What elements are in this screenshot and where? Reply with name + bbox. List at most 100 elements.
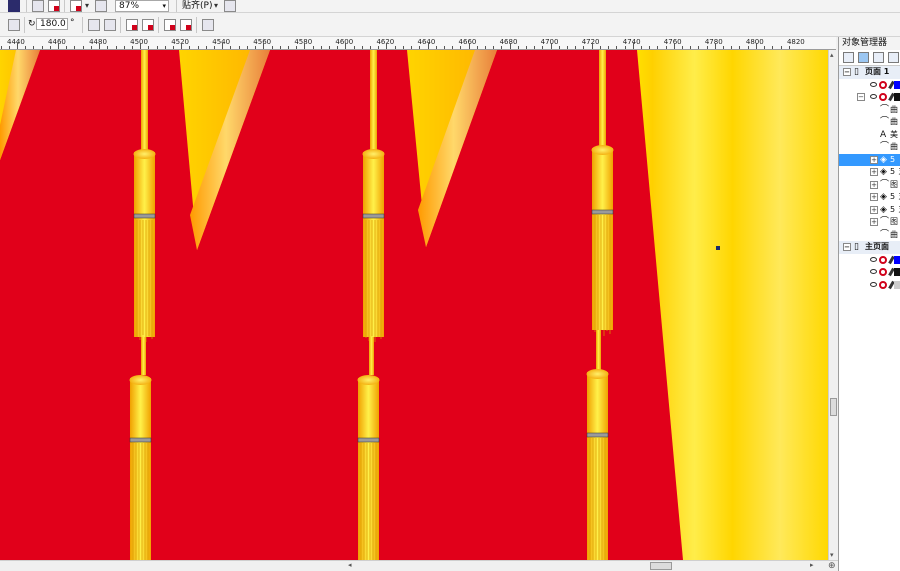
scroll-left-icon[interactable]: ◂ bbox=[348, 561, 352, 569]
tree-object-row[interactable]: +◈5 ヌ bbox=[839, 191, 900, 204]
tree-layer-row[interactable]: − bbox=[839, 91, 900, 104]
expand-collapse-icon[interactable]: + bbox=[870, 168, 878, 176]
tree-object-row[interactable]: ⌒ 曲 bbox=[839, 116, 900, 129]
group-icon[interactable]: ⌒ bbox=[880, 216, 889, 228]
chevron-down-icon[interactable]: ▾ bbox=[214, 1, 218, 10]
expand-collapse-icon[interactable]: − bbox=[857, 93, 865, 101]
ruler-tick-label: 4740 bbox=[622, 38, 641, 46]
chevron-down-icon[interactable]: ▾ bbox=[85, 1, 89, 10]
object-tree: −▯页面 1−⌒曲⌒曲A美⌒曲+◈5+◈5 ヌ+⌒图+◈5 ヌ+◈5 ヌ+⌒图⌒… bbox=[839, 66, 900, 291]
object-manager-options-icon[interactable] bbox=[888, 52, 899, 63]
horizontal-scrollbar[interactable]: ◂ ▸ ⊕ bbox=[0, 560, 840, 571]
page-icon[interactable]: ▯ bbox=[854, 241, 859, 253]
curve-icon[interactable]: ⌒ bbox=[880, 229, 889, 241]
curve-icon[interactable]: ⌒ bbox=[880, 104, 889, 116]
expand-collapse-icon[interactable]: + bbox=[870, 155, 878, 164]
mirror-vertical-icon[interactable] bbox=[104, 19, 116, 31]
tree-object-row[interactable]: + ◈ 5 bbox=[839, 153, 900, 166]
expand-collapse-icon[interactable]: + bbox=[870, 205, 878, 214]
snap-to-menu[interactable]: 贴齐(P) bbox=[182, 0, 212, 12]
drawing-canvas[interactable] bbox=[0, 50, 828, 560]
combine-icon[interactable] bbox=[164, 19, 176, 31]
pick-tool-icon[interactable] bbox=[8, 0, 20, 12]
group-icon[interactable]: ⌒ bbox=[880, 179, 889, 191]
options-icon[interactable] bbox=[224, 0, 236, 12]
group-icon[interactable]: ◈ bbox=[880, 204, 887, 216]
mirror-horizontal-icon[interactable] bbox=[88, 19, 100, 31]
print-disabled-icon[interactable] bbox=[879, 93, 887, 101]
ruler-tick bbox=[542, 46, 544, 49]
ruler-tick bbox=[353, 46, 355, 49]
group-icon[interactable] bbox=[126, 19, 138, 31]
tree-object-row[interactable]: A美 bbox=[839, 129, 900, 142]
toolbar-separator bbox=[24, 17, 25, 33]
print-disabled-icon[interactable] bbox=[879, 255, 887, 264]
tree-object-row[interactable]: + ⌒ 图 bbox=[839, 216, 900, 229]
tree-object-row[interactable]: +◈5 ヌ bbox=[839, 166, 900, 179]
ruler-tick bbox=[747, 46, 749, 49]
tree-object-row[interactable]: ⌒ 曲 bbox=[839, 141, 900, 154]
curve-icon[interactable]: ⌒ bbox=[880, 116, 889, 128]
visibility-eye-icon[interactable] bbox=[870, 256, 877, 262]
horizontal-scroll-thumb[interactable] bbox=[650, 562, 672, 570]
ruler-tick bbox=[312, 46, 314, 49]
visibility-eye-icon[interactable] bbox=[870, 94, 877, 99]
selection-node[interactable] bbox=[716, 246, 720, 250]
expand-collapse-icon[interactable]: + bbox=[870, 180, 878, 189]
tree-layer-row[interactable] bbox=[839, 254, 900, 267]
ruler-tick-label: 4600 bbox=[335, 38, 354, 46]
vertical-scrollbar[interactable]: ▴ ▾ bbox=[828, 50, 838, 560]
vertical-scroll-thumb[interactable] bbox=[830, 398, 837, 416]
tree-object-row[interactable]: +◈5 ヌ bbox=[839, 204, 900, 217]
tree-layer-row[interactable] bbox=[839, 266, 900, 279]
expand-collapse-icon[interactable]: + bbox=[870, 218, 878, 226]
group-icon[interactable]: ◈ bbox=[880, 154, 887, 166]
visibility-eye-icon[interactable] bbox=[870, 281, 877, 287]
show-properties-icon[interactable] bbox=[843, 52, 854, 63]
break-apart-icon[interactable] bbox=[180, 19, 192, 31]
tree-page-row[interactable]: − ▯ 页面 1 bbox=[839, 66, 900, 79]
export-icon[interactable] bbox=[48, 0, 60, 12]
visibility-eye-icon[interactable] bbox=[870, 269, 877, 274]
ruler-tick bbox=[788, 46, 790, 49]
print-disabled-icon[interactable] bbox=[879, 268, 887, 276]
text-icon[interactable]: A bbox=[880, 129, 886, 141]
ruler-tick bbox=[90, 46, 92, 49]
print-disabled-icon[interactable] bbox=[879, 80, 887, 89]
horizontal-ruler[interactable]: 4440 4460 4480 4500 4520 4540 4560 4580 4600 4620… bbox=[0, 37, 836, 50]
rotation-angle-input[interactable]: 180.0 bbox=[36, 18, 68, 30]
tree-page-row[interactable]: − ▯ 主页面 bbox=[839, 241, 900, 254]
visibility-eye-icon[interactable] bbox=[870, 81, 877, 87]
zoom-navigator-icon[interactable]: ⊕ bbox=[828, 561, 836, 571]
layer-manager-view-icon[interactable] bbox=[873, 52, 884, 63]
expand-collapse-icon[interactable]: + bbox=[870, 193, 878, 201]
scroll-down-icon[interactable]: ▾ bbox=[830, 551, 834, 559]
page-icon[interactable]: ▯ bbox=[854, 66, 859, 78]
print-disabled-icon[interactable] bbox=[879, 280, 887, 289]
zoom-level-select[interactable]: 87% ▾ bbox=[115, 0, 169, 12]
ruler-tick bbox=[328, 46, 330, 49]
align-distribute-icon[interactable] bbox=[202, 19, 214, 31]
edit-across-layers-icon[interactable] bbox=[858, 52, 869, 63]
import-icon[interactable] bbox=[32, 0, 44, 12]
expand-collapse-icon[interactable]: − bbox=[843, 68, 851, 76]
lock-icon[interactable] bbox=[8, 19, 20, 31]
group-icon[interactable]: ◈ bbox=[880, 166, 887, 178]
curve-icon[interactable]: ⌒ bbox=[880, 141, 889, 153]
tree-layer-row[interactable] bbox=[839, 279, 900, 292]
scroll-right-icon[interactable]: ▸ bbox=[810, 561, 814, 569]
ruler-tick bbox=[780, 46, 782, 49]
welcome-screen-icon[interactable] bbox=[95, 0, 107, 12]
application-launcher-icon[interactable] bbox=[70, 0, 82, 12]
layer-color-swatch bbox=[894, 80, 900, 89]
tree-object-row[interactable]: ⌒ 曲 bbox=[839, 104, 900, 117]
tree-object-row[interactable]: + ⌒ 图 bbox=[839, 179, 900, 192]
tree-layer-row[interactable] bbox=[839, 79, 900, 92]
scroll-up-icon[interactable]: ▴ bbox=[830, 51, 834, 59]
group-icon[interactable]: ◈ bbox=[880, 191, 887, 203]
ungroup-icon[interactable] bbox=[142, 19, 154, 31]
page-name-label: 主页面 bbox=[865, 242, 889, 251]
expand-collapse-icon[interactable]: − bbox=[843, 243, 851, 251]
tree-object-row[interactable]: ⌒ 曲 bbox=[839, 229, 900, 242]
ruler-tick bbox=[205, 46, 207, 49]
